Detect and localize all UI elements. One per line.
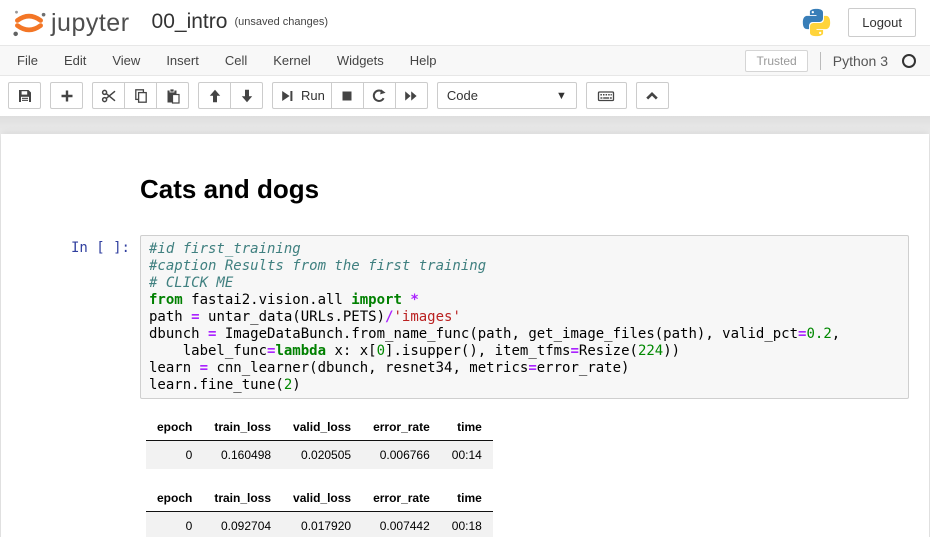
header-right: Logout: [801, 7, 916, 38]
code-cell[interactable]: In [ ]: #id first_training#caption Resul…: [16, 235, 909, 537]
command-palette-button[interactable]: [586, 82, 627, 109]
kernel-idle-indicator-icon: [902, 54, 916, 68]
chevron-up-icon: [644, 88, 660, 104]
python-logo-icon: [801, 7, 832, 38]
menubar: File Edit View Insert Cell Kernel Widget…: [0, 45, 930, 76]
logout-button[interactable]: Logout: [848, 8, 916, 37]
run-button-label: Run: [301, 88, 325, 103]
cell-type-dropdown[interactable]: Code ▼: [437, 82, 577, 109]
toolbar: Run Code ▼: [0, 76, 930, 116]
header: jupyter 00_intro (unsaved changes) Logou…: [0, 0, 930, 45]
copy-icon: [133, 88, 149, 104]
code-line: learn = cnn_learner(dbunch, resnet34, me…: [149, 360, 900, 377]
scroll-up-button[interactable]: [636, 82, 669, 109]
table-column-header: train_loss: [203, 486, 282, 512]
training-results-table-1: epochtrain_lossvalid_losserror_ratetime0…: [146, 415, 493, 469]
menu-edit[interactable]: Edit: [51, 46, 99, 75]
autosave-status: (unsaved changes): [234, 16, 328, 30]
table-cell: 0: [146, 441, 203, 470]
command-palette-keyboard-icon: [597, 88, 615, 104]
table-cell: 0.020505: [282, 441, 362, 470]
cut-icon: [101, 88, 117, 104]
logo-text: jupyter: [51, 11, 130, 38]
add-cell-icon: [59, 88, 75, 104]
menu-file[interactable]: File: [4, 46, 51, 75]
code-line: dbunch = ImageDataBunch.from_name_func(p…: [149, 326, 900, 343]
code-line: # CLICK ME: [149, 275, 900, 292]
table-column-header: valid_loss: [282, 486, 362, 512]
notebook-scroll-shadow: [0, 116, 930, 134]
save-button[interactable]: [8, 82, 41, 109]
table-column-header: epoch: [146, 486, 203, 512]
table-column-header: error_rate: [362, 415, 441, 441]
code-line: from fastai2.vision.all import *: [149, 292, 900, 309]
menu-insert[interactable]: Insert: [153, 46, 212, 75]
table-cell: 00:18: [441, 512, 493, 537]
code-area: #id first_training#caption Results from …: [149, 241, 900, 393]
run-cell-button[interactable]: Run: [272, 82, 332, 109]
dropdown-caret-icon: ▼: [556, 90, 567, 102]
cell-output-area: epochtrain_lossvalid_losserror_ratetime0…: [140, 415, 909, 537]
table-column-header: error_rate: [362, 486, 441, 512]
table-column-header: train_loss: [203, 415, 282, 441]
interrupt-kernel-button[interactable]: [331, 82, 364, 109]
jupyter-logo-icon: [10, 8, 48, 38]
table-column-header: valid_loss: [282, 415, 362, 441]
table-cell: 0.092704: [203, 512, 282, 537]
code-line: #caption Results from the first training: [149, 258, 900, 275]
markdown-cell-prompt: [16, 162, 140, 235]
training-results-table-2: epochtrain_lossvalid_losserror_ratetime0…: [146, 486, 493, 537]
copy-cell-button[interactable]: [124, 82, 157, 109]
restart-run-all-button[interactable]: [395, 82, 428, 109]
menubar-right: Trusted Python 3: [745, 46, 916, 75]
move-up-icon: [207, 88, 223, 104]
table-cell: 0: [146, 512, 203, 537]
section-heading: Cats and dogs: [140, 174, 909, 205]
run-icon: [279, 88, 295, 104]
kernel-separator: [820, 52, 821, 70]
code-cell-prompt: In [ ]:: [16, 235, 140, 537]
code-line: #id first_training: [149, 241, 900, 258]
menu-widgets[interactable]: Widgets: [324, 46, 397, 75]
table-cell: 0.006766: [362, 441, 441, 470]
code-line: label_func=lambda x: x[0].isupper(), ite…: [149, 343, 900, 360]
table-header-row: epochtrain_lossvalid_losserror_ratetime: [146, 415, 493, 441]
move-cell-up-button[interactable]: [198, 82, 231, 109]
table-cell: 0.160498: [203, 441, 282, 470]
table-row: 00.1604980.0205050.00676600:14: [146, 441, 493, 470]
table-cell: 0.007442: [362, 512, 441, 537]
cut-cell-button[interactable]: [92, 82, 125, 109]
code-line: learn.fine_tune(2): [149, 377, 900, 394]
menu-kernel[interactable]: Kernel: [260, 46, 324, 75]
cell-type-value: Code: [447, 88, 478, 103]
restart-run-all-icon: [403, 88, 419, 104]
table-cell: 00:14: [441, 441, 493, 470]
restart-kernel-icon: [371, 88, 387, 104]
table-column-header: time: [441, 486, 493, 512]
menu-cell[interactable]: Cell: [212, 46, 260, 75]
code-line: path = untar_data(URLs.PETS)/'images': [149, 309, 900, 326]
table-header-row: epochtrain_lossvalid_losserror_ratetime: [146, 486, 493, 512]
table-cell: 0.017920: [282, 512, 362, 537]
code-input-area[interactable]: #id first_training#caption Results from …: [140, 235, 909, 399]
table-row: 00.0927040.0179200.00744200:18: [146, 512, 493, 537]
restart-kernel-button[interactable]: [363, 82, 396, 109]
notebook-container: Cats and dogs In [ ]: #id first_training…: [1, 134, 929, 537]
move-cell-down-button[interactable]: [230, 82, 263, 109]
paste-icon: [165, 88, 181, 104]
markdown-cell[interactable]: Cats and dogs: [16, 162, 909, 235]
paste-cell-button[interactable]: [156, 82, 189, 109]
add-cell-button[interactable]: [50, 82, 83, 109]
menu-view[interactable]: View: [99, 46, 153, 75]
kernel-name: Python 3: [833, 53, 888, 69]
notebook-title[interactable]: 00_intro: [152, 11, 228, 34]
save-icon: [17, 88, 33, 104]
table-column-header: epoch: [146, 415, 203, 441]
trusted-badge[interactable]: Trusted: [745, 50, 807, 72]
jupyter-logo[interactable]: jupyter: [10, 8, 130, 38]
stop-icon: [339, 88, 355, 104]
table-column-header: time: [441, 415, 493, 441]
menu-help[interactable]: Help: [397, 46, 450, 75]
move-down-icon: [239, 88, 255, 104]
